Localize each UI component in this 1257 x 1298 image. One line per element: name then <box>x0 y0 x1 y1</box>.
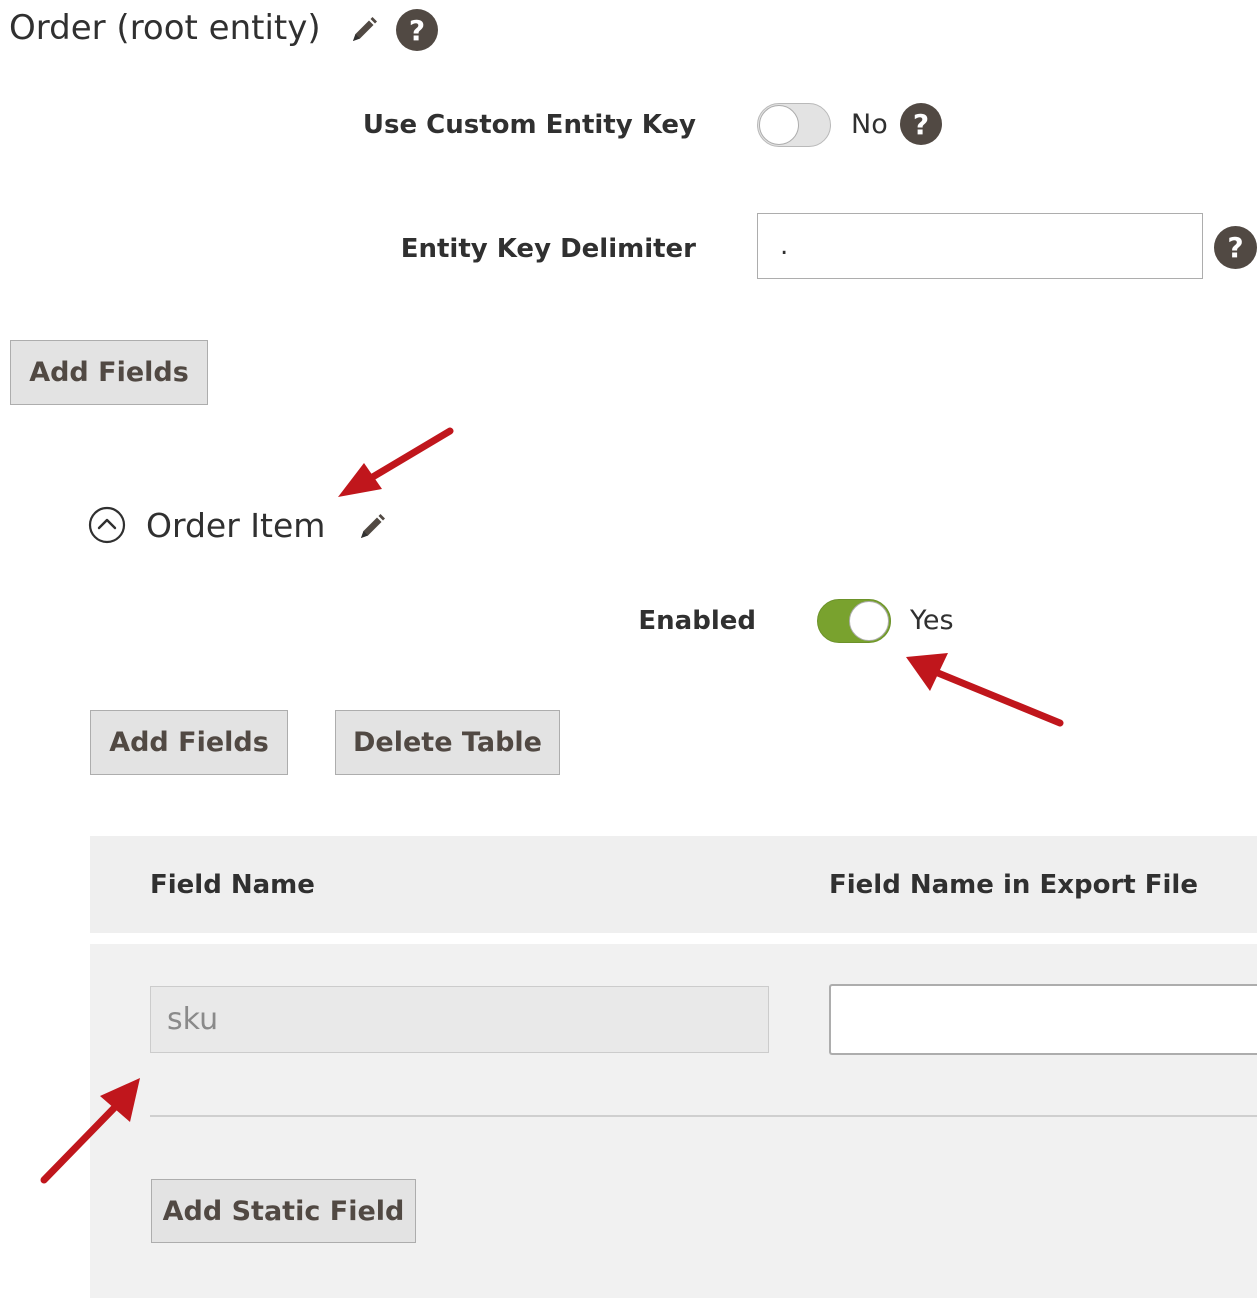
chevron-up-circle-icon[interactable] <box>88 506 126 544</box>
entity-key-delimiter-input[interactable] <box>757 213 1203 279</box>
column-header-export-name: Field Name in Export File <box>829 870 1198 900</box>
add-fields-button[interactable]: Add Fields <box>90 710 288 775</box>
red-arrow-icon <box>330 425 455 505</box>
toggle-knob <box>759 105 799 145</box>
entity-key-delimiter-label: Entity Key Delimiter <box>400 234 696 264</box>
use-custom-entity-key-label: Use Custom Entity Key <box>362 110 696 140</box>
toggle-knob <box>849 601 889 641</box>
export-field-name-input[interactable] <box>829 984 1257 1055</box>
field-name-input[interactable] <box>150 986 769 1053</box>
help-icon[interactable]: ? <box>396 9 438 51</box>
column-header-field-name: Field Name <box>150 870 315 900</box>
enabled-toggle[interactable] <box>817 599 891 643</box>
enabled-label: Enabled <box>638 606 756 636</box>
pencil-icon[interactable] <box>357 512 387 542</box>
red-arrow-icon <box>38 1074 148 1186</box>
red-arrow-icon <box>898 645 1068 730</box>
help-icon[interactable]: ? <box>1214 226 1257 269</box>
use-custom-entity-key-value: No <box>851 109 888 140</box>
row-divider <box>150 1115 1257 1117</box>
enabled-value: Yes <box>910 605 954 636</box>
delete-table-button[interactable]: Delete Table <box>335 710 560 775</box>
add-fields-button[interactable]: Add Fields <box>10 340 208 405</box>
pencil-icon[interactable] <box>349 15 379 45</box>
add-static-field-button[interactable]: Add Static Field <box>151 1179 416 1243</box>
root-entity-title: Order (root entity) <box>9 8 321 48</box>
help-icon[interactable]: ? <box>900 103 942 145</box>
order-item-title: Order Item <box>146 506 326 545</box>
use-custom-entity-key-toggle[interactable] <box>757 103 831 147</box>
